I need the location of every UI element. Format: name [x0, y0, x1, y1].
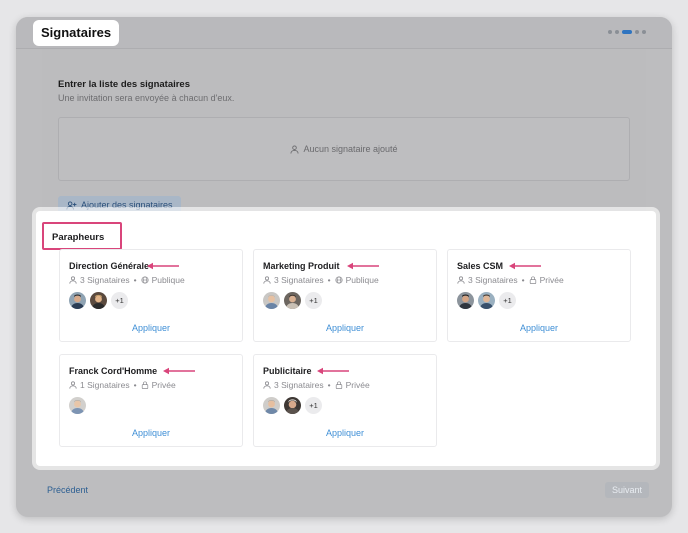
- card-name: Sales CSM: [457, 261, 504, 271]
- signer-count: 1 Signataires: [80, 380, 130, 390]
- avatar: [263, 397, 280, 414]
- user-icon: [457, 276, 465, 284]
- step-dot: [608, 30, 612, 34]
- globe-icon: [335, 276, 343, 284]
- signers-subtitle: Une invitation sera envoyée à chacun d'e…: [58, 93, 235, 103]
- apply-button[interactable]: Appliquer: [254, 323, 436, 333]
- card-name: Direction Générale: [69, 261, 150, 271]
- avatar-group: +1: [263, 292, 322, 309]
- arrow-annotation-icon: [317, 367, 349, 375]
- arrow-annotation-icon: [147, 262, 179, 270]
- avatar: [263, 292, 280, 309]
- card-meta: 3 Signataires • Privée: [263, 380, 370, 390]
- lock-icon: [529, 276, 536, 284]
- step-dot: [635, 30, 639, 34]
- avatar: [90, 292, 107, 309]
- modal-title: Signataires: [33, 20, 120, 46]
- user-icon: [263, 276, 271, 284]
- parapheur-card[interactable]: Publicitaire 3 Signataires • Privée +1 A…: [253, 354, 437, 447]
- user-icon: [290, 144, 300, 154]
- card-meta: 3 Signataires • Publique: [69, 275, 185, 285]
- arrow-annotation-icon: [163, 367, 195, 375]
- user-icon: [69, 381, 77, 389]
- signer-count: 3 Signataires: [468, 275, 518, 285]
- avatar: [284, 292, 301, 309]
- card-meta: 3 Signataires • Publique: [263, 275, 379, 285]
- arrow-annotation-icon: [509, 262, 541, 270]
- signer-count: 3 Signataires: [274, 380, 324, 390]
- modal-header: Signataires: [16, 17, 672, 49]
- avatar-group: +1: [457, 292, 516, 309]
- add-user-icon: [66, 200, 77, 210]
- parapheur-card[interactable]: Franck Cord'Homme 1 Signataires • Privée…: [59, 354, 243, 447]
- lock-icon: [141, 381, 148, 389]
- step-dot: [615, 30, 619, 34]
- user-icon: [263, 381, 271, 389]
- avatar: [457, 292, 474, 309]
- apply-button[interactable]: Appliquer: [254, 428, 436, 438]
- next-button[interactable]: Suivant: [605, 482, 650, 498]
- parapheurs-title: Parapheurs: [42, 222, 122, 250]
- globe-icon: [141, 276, 149, 284]
- apply-button[interactable]: Appliquer: [60, 428, 242, 438]
- apply-button[interactable]: Appliquer: [448, 323, 630, 333]
- more-signers-badge: +1: [111, 292, 128, 309]
- step-dot: [642, 30, 646, 34]
- card-meta: 1 Signataires • Privée: [69, 380, 176, 390]
- parapheur-card[interactable]: Sales CSM 3 Signataires • Privée +1 Appl…: [447, 249, 631, 342]
- user-icon: [69, 276, 77, 284]
- visibility-label: Privée: [151, 380, 176, 390]
- parapheur-card[interactable]: Marketing Produit 3 Signataires • Publiq…: [253, 249, 437, 342]
- arrow-annotation-icon: [347, 262, 379, 270]
- lock-icon: [335, 381, 342, 389]
- visibility-label: Publique: [345, 275, 379, 285]
- previous-button[interactable]: Précédent: [47, 485, 88, 495]
- avatar: [69, 292, 86, 309]
- card-name: Publicitaire: [263, 366, 312, 376]
- parapheurs-panel: Parapheurs Direction Générale 3 Signatai…: [36, 211, 656, 466]
- avatar-group: [69, 397, 86, 414]
- signer-count: 3 Signataires: [274, 275, 324, 285]
- empty-text: Aucun signataire ajouté: [303, 144, 398, 154]
- visibility-label: Publique: [151, 275, 185, 285]
- signer-count: 3 Signataires: [80, 275, 130, 285]
- more-signers-badge: +1: [305, 397, 322, 414]
- avatar-group: +1: [69, 292, 128, 309]
- card-name: Marketing Produit: [263, 261, 340, 271]
- signers-empty-state: Aucun signataire ajouté: [58, 117, 630, 181]
- avatar: [69, 397, 86, 414]
- more-signers-badge: +1: [305, 292, 322, 309]
- step-dot-active: [622, 30, 632, 34]
- avatar: [478, 292, 495, 309]
- signers-section: Entrer la liste des signataires Une invi…: [42, 49, 646, 227]
- add-signers-label: Ajouter des signataires: [81, 200, 173, 210]
- apply-button[interactable]: Appliquer: [60, 323, 242, 333]
- signers-title: Entrer la liste des signataires: [58, 79, 191, 90]
- parapheur-card[interactable]: Direction Générale 3 Signataires • Publi…: [59, 249, 243, 342]
- visibility-label: Privée: [345, 380, 370, 390]
- more-signers-badge: +1: [499, 292, 516, 309]
- card-name: Franck Cord'Homme: [69, 366, 158, 376]
- avatar-group: +1: [263, 397, 322, 414]
- card-meta: 3 Signataires • Privée: [457, 275, 564, 285]
- avatar: [284, 397, 301, 414]
- visibility-label: Privée: [539, 275, 564, 285]
- step-indicator: [608, 30, 646, 34]
